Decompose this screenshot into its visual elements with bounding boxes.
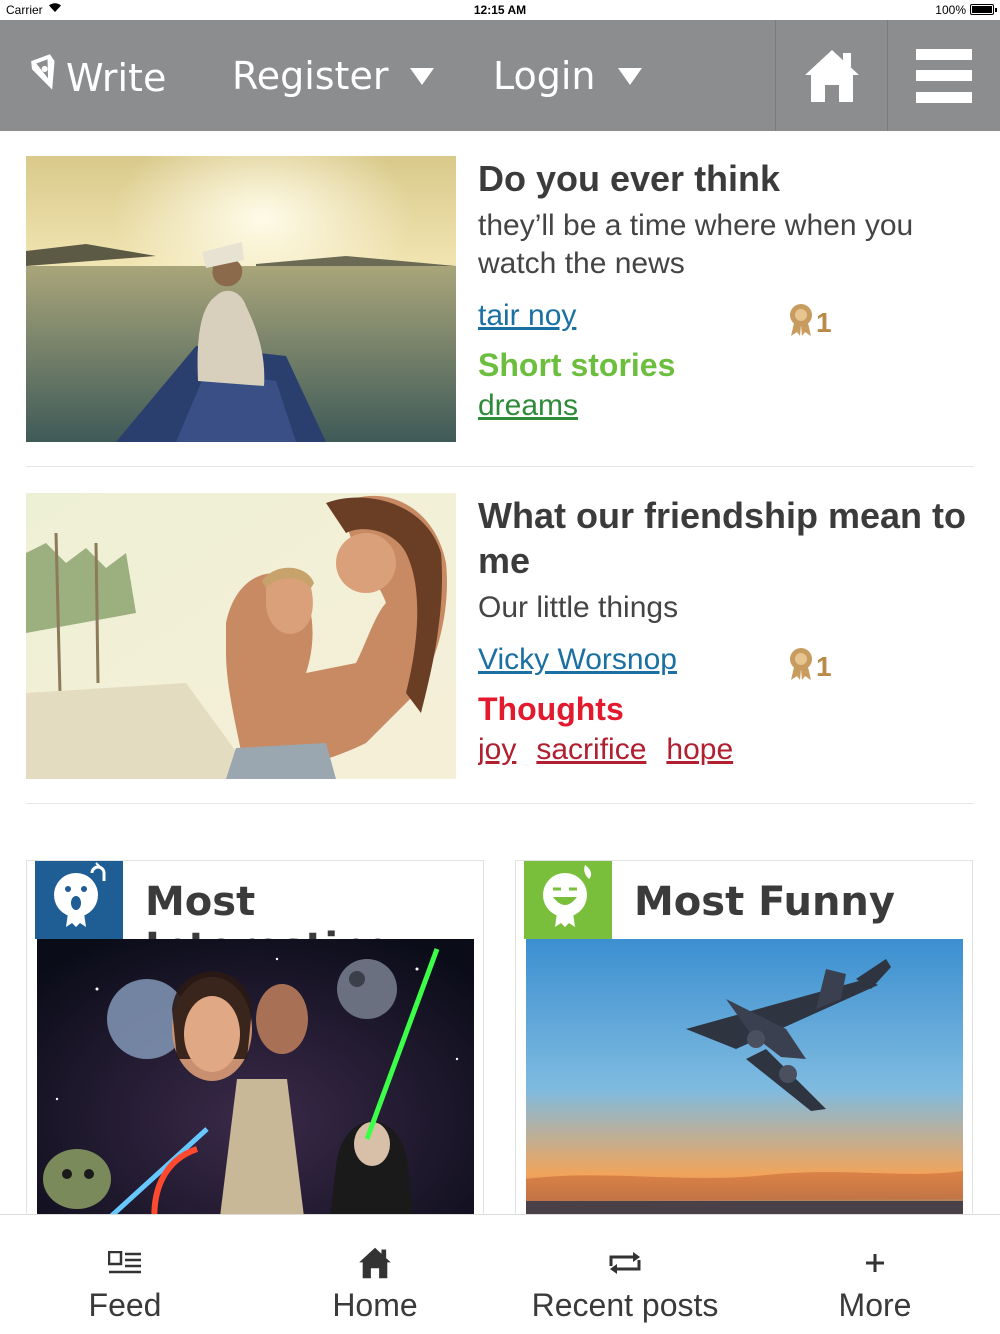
- tag-link[interactable]: joy: [478, 733, 516, 767]
- post-thumbnail[interactable]: [26, 493, 456, 779]
- bottom-tab-bar: Feed Home Recent posts More: [0, 1214, 1000, 1334]
- award-number: 1: [816, 651, 832, 682]
- repeat-icon: [500, 1241, 750, 1285]
- laughing-face-icon: [543, 865, 592, 927]
- award-ribbon-icon: [790, 648, 812, 680]
- tab-label: More: [838, 1287, 912, 1323]
- plus-icon: [750, 1241, 1000, 1285]
- post-meta: Vicky Worsnop 1: [478, 637, 974, 687]
- surprised-face-icon: [54, 862, 106, 927]
- tag-link[interactable]: sacrifice: [536, 733, 646, 767]
- award-ribbon-icon: [790, 304, 812, 336]
- menu-button[interactable]: [888, 20, 1000, 131]
- tab-label: Recent posts: [531, 1287, 719, 1323]
- tab-label: Home: [332, 1287, 418, 1323]
- post-thumbnail[interactable]: [26, 156, 456, 442]
- post-excerpt: they’ll be a time where when you watch t…: [478, 209, 914, 280]
- author-link[interactable]: Vicky Worsnop: [478, 643, 677, 677]
- most-funny-box[interactable]: Most Funny: [515, 860, 973, 1240]
- post-card[interactable]: Do you ever think they’ll be a time wher…: [26, 156, 974, 442]
- box-image[interactable]: [526, 939, 963, 1239]
- caret-down-icon: [410, 67, 435, 85]
- post-excerpt: Our little things: [478, 591, 679, 624]
- post-category[interactable]: Short stories: [478, 345, 974, 385]
- clock: 12:15 AM: [473, 3, 527, 17]
- hamburger-icon: [916, 48, 972, 103]
- post-info: Do you ever think they’ll be a time wher…: [478, 156, 974, 423]
- post-title[interactable]: Do you ever think: [478, 156, 974, 201]
- award-count: 1: [788, 303, 832, 337]
- award-number: 1: [816, 307, 832, 338]
- author-link[interactable]: tair noy: [478, 299, 576, 333]
- caret-down-icon: [617, 67, 642, 85]
- box-title[interactable]: Most Funny: [634, 879, 895, 925]
- funny-badge: [524, 861, 612, 939]
- top-nav-bar: Write Register Login: [0, 20, 1000, 131]
- battery-icon: [970, 4, 997, 15]
- most-interesting-box[interactable]: Most Interesting: [26, 860, 484, 1240]
- post-divider: [26, 803, 974, 804]
- box-image[interactable]: [37, 939, 474, 1239]
- post-category[interactable]: Thoughts: [478, 689, 974, 729]
- post-info: What our friendship mean to me Our littl…: [478, 493, 974, 767]
- home-icon: [250, 1241, 500, 1285]
- award-count: 1: [788, 647, 832, 681]
- feed-icon: [0, 1241, 250, 1285]
- post-meta: tair noy 1: [478, 293, 974, 343]
- register-label: Register: [232, 54, 389, 98]
- home-button[interactable]: [776, 20, 888, 131]
- login-dropdown[interactable]: Login: [493, 54, 642, 98]
- post-tags: dreams: [478, 389, 974, 423]
- tab-feed[interactable]: Feed: [0, 1215, 250, 1334]
- tab-recent-posts[interactable]: Recent posts: [500, 1215, 750, 1334]
- pen-icon: [27, 50, 72, 105]
- tab-more[interactable]: More: [750, 1215, 1000, 1334]
- battery-percent: 100%: [935, 3, 966, 17]
- write-button[interactable]: Write: [31, 54, 167, 102]
- tab-home[interactable]: Home: [250, 1215, 500, 1334]
- post-title[interactable]: What our friendship mean to me: [478, 493, 974, 583]
- home-icon: [805, 49, 859, 102]
- interesting-badge: [35, 861, 123, 939]
- post-tags: joy sacrifice hope: [478, 733, 974, 767]
- login-label: Login: [493, 54, 596, 98]
- tab-label: Feed: [88, 1287, 162, 1323]
- post-card[interactable]: What our friendship mean to me Our littl…: [26, 493, 974, 779]
- tag-link[interactable]: hope: [666, 733, 733, 767]
- status-bar: Carrier 12:15 AM 100%: [0, 0, 1000, 20]
- tag-link[interactable]: dreams: [478, 389, 578, 423]
- write-label: Write: [66, 56, 167, 100]
- register-dropdown[interactable]: Register: [232, 54, 435, 98]
- post-divider: [26, 466, 974, 467]
